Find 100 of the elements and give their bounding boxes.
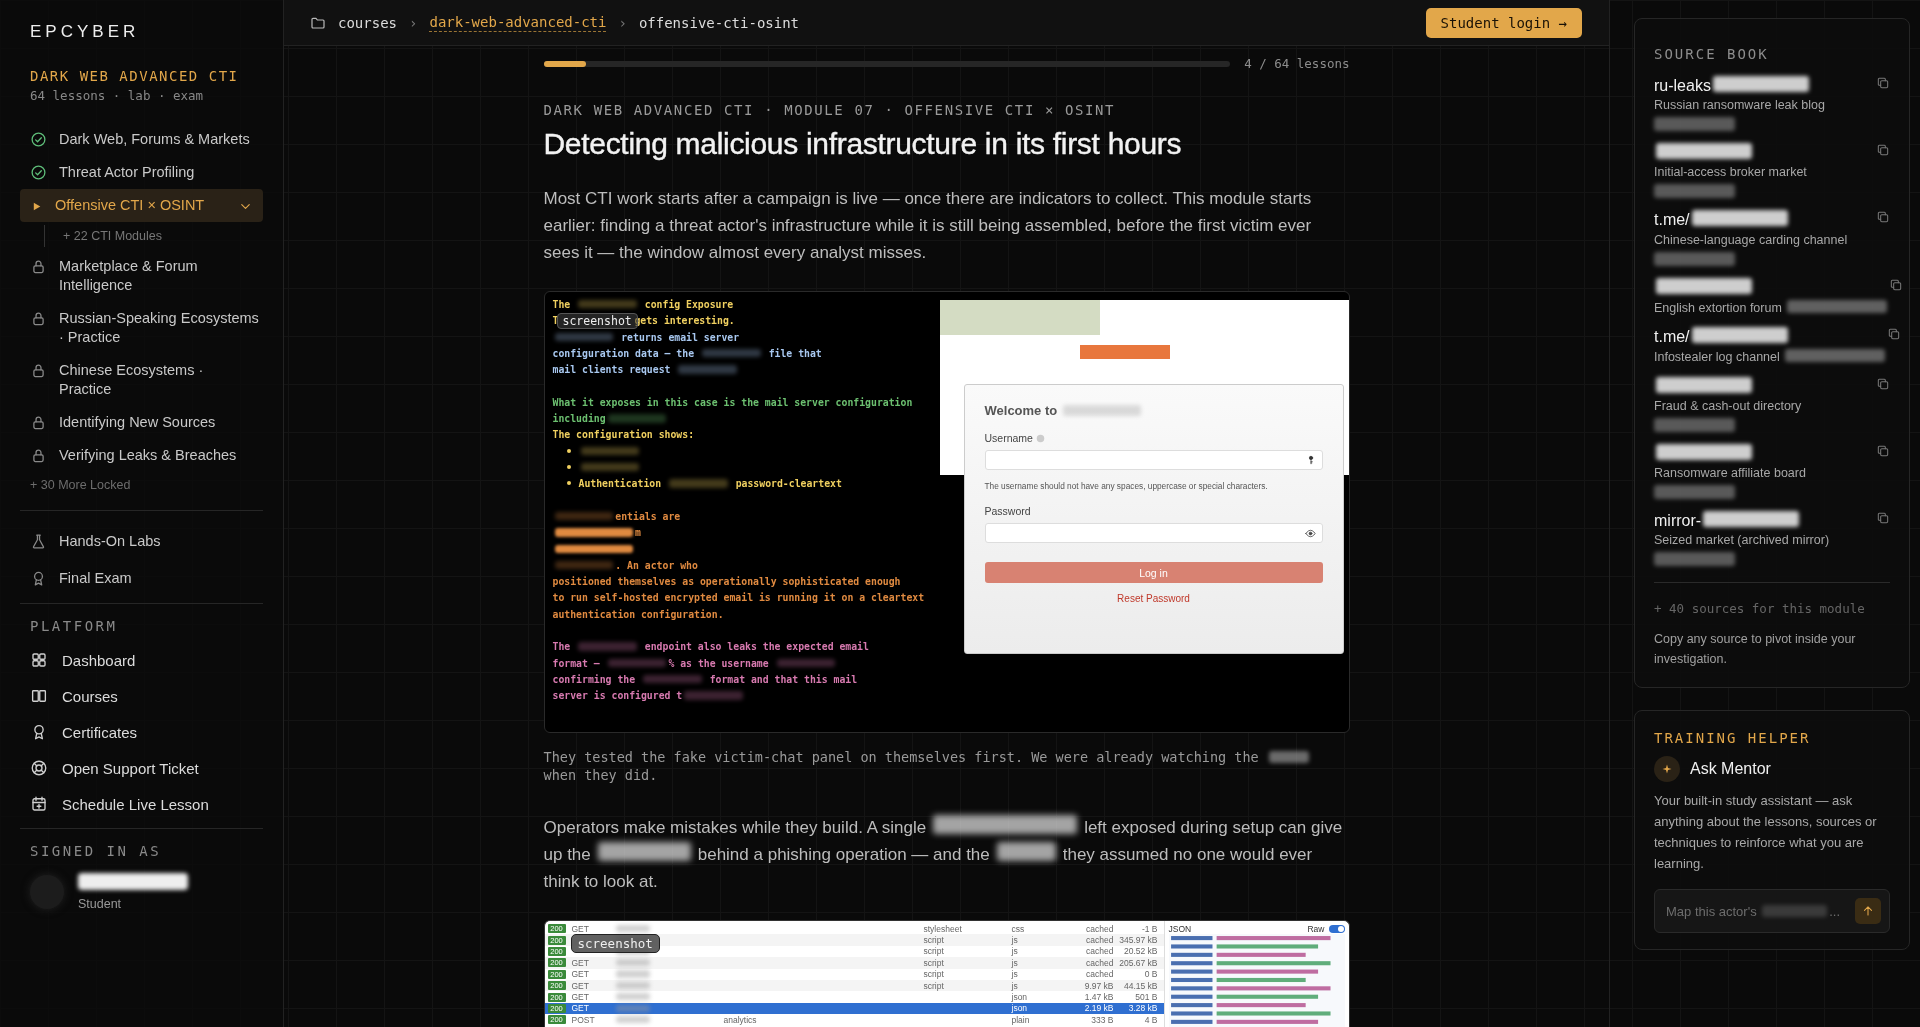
course-title: DARK WEB ADVANCED CTI bbox=[30, 68, 239, 84]
chat-input[interactable]: Map this actor's ... bbox=[1654, 889, 1890, 934]
panel-note: Copy any source to pivot inside your investigation. bbox=[1654, 631, 1857, 669]
terminal-text: gets interesting. bbox=[634, 315, 735, 327]
lesson-item[interactable]: Verifying Leaks & Breaches bbox=[20, 439, 263, 472]
copy-icon[interactable] bbox=[1876, 210, 1890, 225]
helper-title: Ask Mentor bbox=[1690, 760, 1771, 779]
terminal-text: including bbox=[552, 411, 669, 428]
nav-item[interactable]: Hands-On Labs bbox=[20, 523, 263, 560]
nav-item[interactable]: Certificates bbox=[20, 714, 263, 750]
table-cell-text: GET bbox=[571, 923, 590, 934]
hint-text: The username should not have any spaces, uppercase or special characters. bbox=[984, 481, 1268, 491]
nav-item[interactable]: Schedule Live Lesson bbox=[20, 786, 263, 822]
table-cell-text: analytics bbox=[723, 1014, 758, 1025]
lock-icon bbox=[30, 447, 47, 464]
terminal-text: The configuration shows: bbox=[552, 428, 695, 443]
chevron-separator: › bbox=[618, 14, 627, 31]
table-cell-text: js bbox=[1011, 946, 1019, 957]
copy-icon[interactable] bbox=[1876, 511, 1890, 526]
user-role: Student bbox=[78, 897, 122, 911]
password-field[interactable] bbox=[984, 523, 1323, 543]
table-cell-text: stylesheet bbox=[923, 923, 963, 934]
calendar-icon bbox=[30, 795, 48, 813]
lock-icon bbox=[30, 310, 47, 327]
table-cell-text: css bbox=[1011, 923, 1026, 934]
table-cell-text: 345.97 kB bbox=[1118, 935, 1159, 946]
check-circle-icon bbox=[30, 131, 47, 148]
dashboard-icon bbox=[30, 651, 48, 669]
sub-lesson-link[interactable]: + 22 CTI Modules bbox=[63, 229, 162, 243]
table-cell-text: script bbox=[923, 957, 945, 968]
copy-icon[interactable] bbox=[1887, 327, 1902, 342]
table-cell-text: script bbox=[923, 980, 945, 991]
source-description: Seized market (archived mirror) bbox=[1654, 533, 1830, 548]
nav-item[interactable]: Final Exam bbox=[20, 560, 263, 597]
table-cell-text: cached bbox=[1085, 957, 1115, 968]
terminal-text: The config Exposure bbox=[552, 298, 734, 312]
figure-caption: They tested the fake victim-chat panel on themselves first. We were already watching the when they did. bbox=[543, 748, 1350, 784]
reset-password-link[interactable]: Reset Password bbox=[1117, 593, 1190, 604]
table-cell-text: -1 B bbox=[1140, 923, 1159, 934]
lock-icon bbox=[30, 414, 47, 431]
terminal-text: server is configured t bbox=[552, 688, 746, 705]
nav-item[interactable]: Open Support Ticket bbox=[20, 750, 263, 786]
table-cell-text: plain bbox=[1011, 1014, 1031, 1025]
terminal-text: The endpoint also leaks the expected email bbox=[552, 640, 869, 655]
terminal-text: T bbox=[552, 315, 559, 327]
lesson-item[interactable]: Chinese Ecosystems · Practice bbox=[20, 354, 263, 406]
arrow-up-icon bbox=[1861, 904, 1875, 919]
table-cell-text: 9.97 kB bbox=[1083, 980, 1115, 991]
table-cell-text: js bbox=[1011, 969, 1019, 980]
source-description: Ransomware affiliate board bbox=[1654, 466, 1806, 481]
table-cell-text: 4 B bbox=[1143, 1014, 1159, 1025]
lesson-item[interactable]: Marketplace & Forum Intelligence bbox=[20, 250, 263, 302]
table-cell-text: POST bbox=[571, 1014, 596, 1025]
breadcrumb-link[interactable]: dark-web-advanced-cti bbox=[429, 13, 607, 32]
source-description: Chinese-language carding channel bbox=[1654, 232, 1848, 247]
lesson-item[interactable]: Identifying New Sources bbox=[20, 406, 263, 439]
lesson-item[interactable]: Dark Web, Forums & Markets bbox=[20, 123, 263, 156]
copy-icon[interactable] bbox=[1876, 143, 1890, 158]
login-button[interactable]: Student login → bbox=[1425, 7, 1582, 38]
username-field[interactable] bbox=[984, 450, 1323, 470]
raw-toggle[interactable] bbox=[1328, 924, 1345, 933]
table-cell-text: GET bbox=[571, 980, 590, 991]
terminal-text: positioned themselves as operationally sophisticated enough bbox=[552, 575, 901, 590]
panel-title: JSON bbox=[1168, 923, 1192, 934]
send-button[interactable] bbox=[1855, 898, 1881, 925]
source-description: Russian ransomware leak blog bbox=[1654, 98, 1825, 113]
field-label: Password bbox=[984, 505, 1031, 517]
lesson-item[interactable]: Threat Actor Profiling bbox=[20, 156, 263, 189]
copy-icon[interactable] bbox=[1889, 277, 1904, 292]
chevron-separator: › bbox=[409, 14, 418, 31]
terminal-text: . An actor who bbox=[552, 557, 698, 575]
copy-icon[interactable] bbox=[1876, 76, 1890, 90]
body-paragraph: Operators make mistakes while they build. A single left exposed during setup can give up the behind a phishing operation — and the they assumed no one would ever think to look at. bbox=[543, 814, 1350, 895]
terminal-text: confirming the format and that this mail bbox=[552, 672, 858, 687]
check-circle-icon bbox=[30, 164, 47, 181]
breadcrumb-current: offensive-cti-osint bbox=[638, 14, 800, 31]
table-cell-text: GET bbox=[571, 969, 590, 980]
course-meta: 64 lessons · lab · exam bbox=[30, 88, 204, 103]
brand-logo[interactable]: EPCYBER bbox=[30, 22, 140, 42]
nav-item[interactable]: Dashboard bbox=[20, 642, 263, 678]
breadcrumb-link[interactable]: courses bbox=[338, 14, 397, 31]
sources-count: + 40 sources for this module bbox=[1654, 601, 1865, 617]
lesson-item[interactable]: Offensive CTI × OSINT bbox=[20, 189, 263, 222]
copy-icon[interactable] bbox=[1876, 376, 1890, 391]
table-cell-text: cached bbox=[1085, 923, 1115, 934]
table-cell-text: script bbox=[923, 935, 945, 946]
table-cell-text: GET bbox=[571, 957, 590, 968]
terminal-text: What it exposes in this case is the mail server configuration bbox=[552, 395, 913, 410]
table-cell-text: 0 B bbox=[1143, 969, 1159, 980]
lesson-item[interactable]: Russian-Speaking Ecosystems · Practice bbox=[20, 302, 263, 354]
table-cell-text: js bbox=[1011, 980, 1019, 991]
table-cell-text: cached bbox=[1085, 935, 1115, 946]
redacted-text bbox=[578, 461, 642, 473]
nav-item[interactable]: Courses bbox=[20, 678, 263, 714]
copy-icon[interactable] bbox=[1876, 443, 1890, 458]
table-cell-text: 501 B bbox=[1134, 992, 1159, 1003]
toggle-label: Raw bbox=[1307, 923, 1325, 934]
terminal-text: entials are bbox=[552, 508, 681, 526]
source-description: Fraud & cash-out directory bbox=[1654, 398, 1802, 413]
table-cell-text: json bbox=[1011, 1003, 1029, 1014]
